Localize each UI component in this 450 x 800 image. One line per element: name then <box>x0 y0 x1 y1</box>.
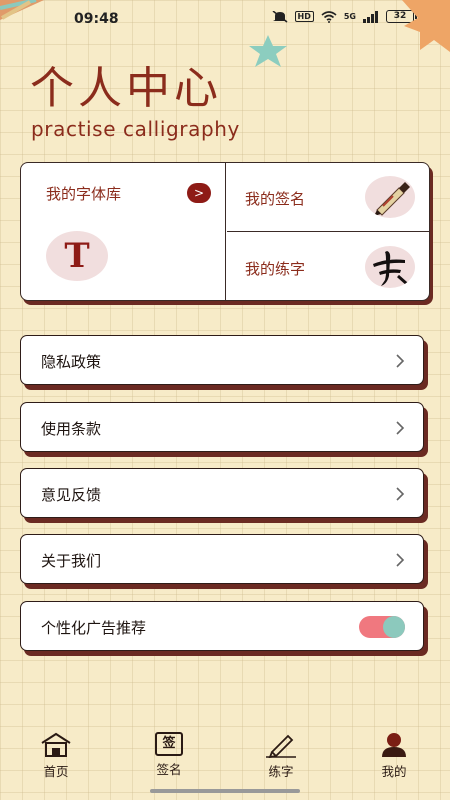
decoration-star-icon <box>249 35 287 67</box>
home-icon <box>41 732 71 757</box>
my-practice-card[interactable]: 我的练字 <box>227 233 429 300</box>
my-signature-label: 我的签名 <box>245 190 306 208</box>
hd-badge: HD <box>294 11 314 22</box>
mute-icon <box>272 10 287 23</box>
status-bar: 09:48 HD 5G 32 <box>0 0 450 40</box>
personalized-ads-toggle[interactable] <box>359 616 405 638</box>
feature-card: 我的字体库 > T 我的签名 我的练字 <box>20 162 430 301</box>
status-time: 09:48 <box>74 11 119 27</box>
menu-item-label: 使用条款 <box>41 420 102 438</box>
fountain-pen-icon <box>365 176 415 218</box>
chevron-right-icon <box>396 421 405 435</box>
network-label: 5G <box>343 12 356 21</box>
profile-icon <box>382 733 406 757</box>
wifi-icon <box>321 10 337 23</box>
font-library-card[interactable]: 我的字体库 > T <box>21 163 226 300</box>
pen-icon <box>266 734 296 758</box>
chevron-right-icon <box>396 354 405 368</box>
decoration-rays-left <box>0 0 44 20</box>
nav-label-signature: 签名 <box>156 762 182 777</box>
nav-label-mine: 我的 <box>381 764 407 779</box>
menu-item-personalized-ads: 个性化广告推荐 <box>20 601 424 651</box>
menu-item-label: 关于我们 <box>41 552 102 570</box>
menu-item-label: 隐私政策 <box>41 353 102 371</box>
nav-item-signature[interactable]: 签 签名 <box>139 732 199 778</box>
nav-label-practice: 练字 <box>268 764 294 779</box>
arrow-right-icon[interactable]: > <box>187 183 211 203</box>
font-thumbnail-letter: T <box>64 236 90 276</box>
chevron-right-icon <box>396 487 405 501</box>
font-thumbnail: T <box>46 231 108 281</box>
toggle-knob <box>383 616 405 638</box>
bottom-nav: 首页 签 签名 练字 我的 <box>0 722 450 782</box>
menu-item-terms-of-use[interactable]: 使用条款 <box>20 402 424 452</box>
menu-item-label: 意见反馈 <box>41 486 102 504</box>
nav-label-home: 首页 <box>43 764 69 779</box>
signal-icon <box>363 10 378 23</box>
menu-item-feedback[interactable]: 意见反馈 <box>20 468 424 518</box>
nav-item-mine[interactable]: 我的 <box>364 732 424 780</box>
menu-item-label: 个性化广告推荐 <box>41 619 147 637</box>
nav-item-home[interactable]: 首页 <box>26 732 86 780</box>
brush-calligraphy-icon <box>365 246 415 288</box>
nav-item-practice[interactable]: 练字 <box>251 732 311 780</box>
page-title: 个人中心 <box>30 63 222 114</box>
home-indicator[interactable] <box>150 789 300 793</box>
signature-icon: 签 <box>155 732 183 756</box>
my-signature-card[interactable]: 我的签名 <box>227 163 429 232</box>
chevron-right-icon <box>396 553 405 567</box>
page-subtitle: practise calligraphy <box>31 117 240 141</box>
menu-item-privacy-policy[interactable]: 隐私政策 <box>20 335 424 385</box>
my-practice-label: 我的练字 <box>245 260 306 278</box>
signature-icon-glyph: 签 <box>162 736 176 751</box>
decoration-star-corner <box>402 0 450 52</box>
menu-item-about-us[interactable]: 关于我们 <box>20 534 424 584</box>
font-library-label: 我的字体库 <box>46 185 122 203</box>
